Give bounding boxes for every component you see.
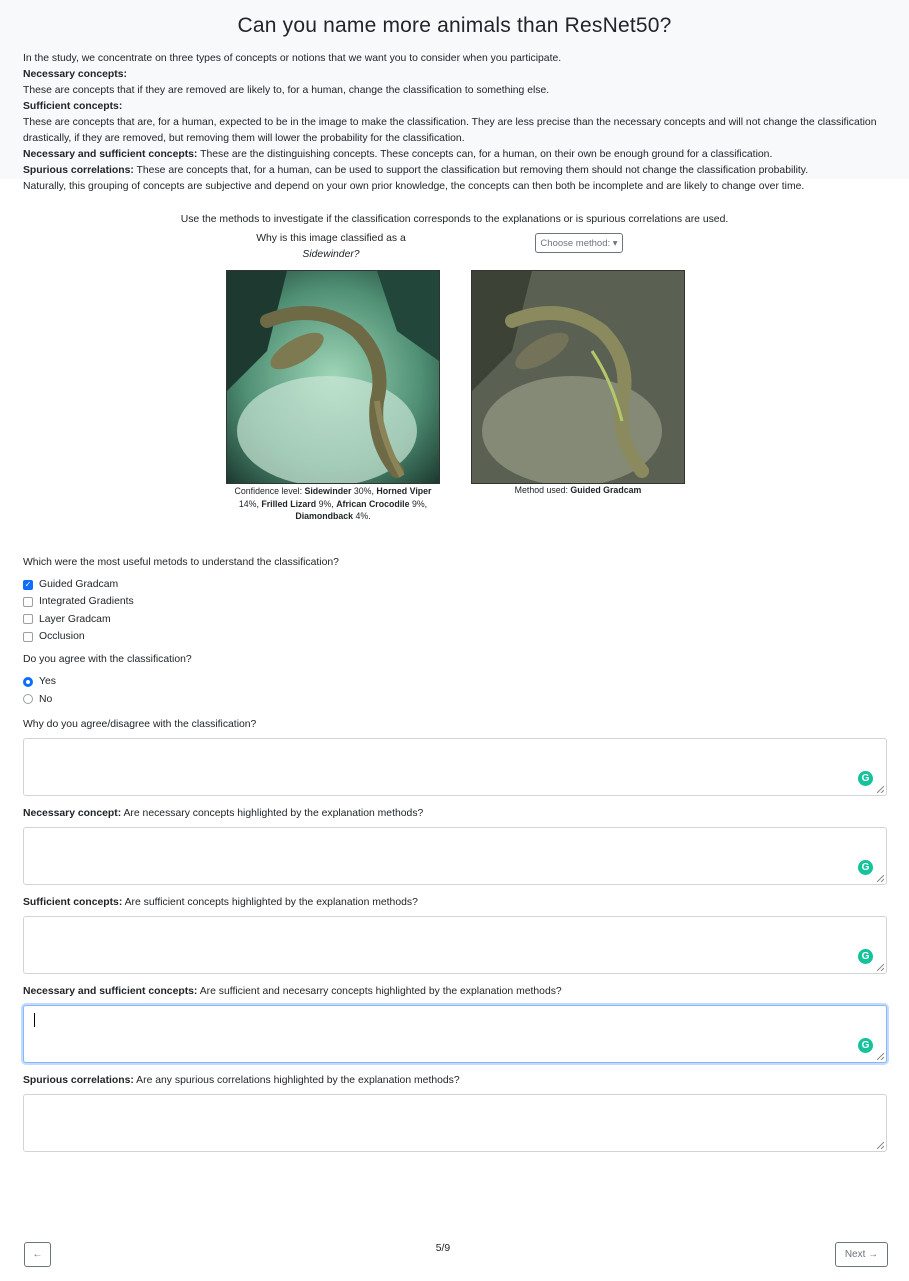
necessary-question-text: Are necessary concepts highlighted by th… [121, 807, 424, 819]
spurious-textarea[interactable] [23, 1093, 887, 1152]
method-used-prefix: Method used: [514, 485, 571, 495]
necsuff-question-bold: Necessary and sufficient concepts: [23, 985, 198, 997]
necsuff-question: Necessary and sufficient concepts: Are s… [23, 986, 886, 997]
chevron-down-icon: ▾ [612, 237, 618, 249]
explanation-image [471, 270, 685, 484]
intro-lead: In the study, we concentrate on three ty… [23, 53, 562, 64]
sufficient-question-bold: Sufficient concepts: [23, 896, 123, 908]
spurious-question-bold: Spurious correlations: [23, 1074, 134, 1086]
instruction-text: Use the methods to investigate if the cl… [180, 214, 729, 225]
image-section: Why is this image classified as a Sidewi… [0, 225, 909, 545]
checkbox-icon[interactable] [23, 631, 33, 642]
confidence-pct: 9%, [411, 498, 428, 509]
confidence-pct: 14%, [238, 498, 259, 509]
next-button-label: Next → [844, 1249, 879, 1260]
classification-question: Why is this image classified as a Sidewi… [250, 231, 412, 263]
confidence-caption: Confidence level: Sidewinder 30%, Horned… [228, 485, 438, 523]
method-option-integrated-gradients[interactable]: Integrated Gradients [23, 593, 886, 610]
necsuff-textarea[interactable]: G [23, 1004, 887, 1063]
method-option-label: Guided Gradcam [39, 579, 119, 591]
confidence-label: Horned Viper [376, 486, 432, 496]
confidence-prefix: Confidence level: [234, 486, 305, 496]
necessary-question-bold: Necessary concept: [23, 807, 122, 819]
spurious-question-text: Are any spurious correlations highlighte… [133, 1074, 460, 1086]
grammarly-icon[interactable]: G [858, 948, 873, 964]
question-why: Why is this image classified as a [256, 233, 406, 244]
spurious-text: These are concepts that, for a human, ca… [133, 165, 809, 176]
methods-checkboxes: ✓ Guided Gradcam Integrated Gradients Lay… [23, 576, 886, 645]
necessary-textarea[interactable]: G [23, 826, 887, 885]
method-option-occlusion[interactable]: Occlusion [23, 628, 886, 645]
intro-section: Can you name more animals than ResNet50?… [0, 0, 909, 192]
agree-option-label: No [39, 693, 53, 705]
checkbox-icon[interactable] [23, 614, 33, 625]
original-image [226, 270, 440, 484]
confidence-label: Diamondback [295, 511, 354, 521]
agree-radios: Yes No [23, 673, 886, 708]
confidence-label: African Crocodile [336, 498, 410, 509]
resize-grip-icon[interactable] [877, 874, 884, 882]
agree-option-label: Yes [39, 676, 56, 688]
resize-grip-icon[interactable] [877, 1141, 884, 1149]
checkbox-icon[interactable] [23, 596, 33, 607]
spurious-heading: Spurious correlations: [23, 165, 134, 176]
method-used-value: Guided Gradcam [570, 485, 642, 495]
sufficient-question-text: Are sufficient concepts highlighted by t… [122, 896, 418, 908]
grammarly-icon[interactable]: G [858, 770, 873, 786]
necessary-heading: Necessary concepts: [23, 69, 127, 80]
agree-question: Do you agree with the classification? [23, 654, 192, 666]
agree-option-no[interactable]: No [23, 690, 886, 707]
questionnaire: Which were the most useful metods to und… [0, 545, 909, 1152]
method-option-layer-gradcam[interactable]: Layer Gradcam [23, 611, 886, 628]
necsuff-text: These are the distinguishing concepts. T… [197, 149, 773, 160]
confidence-pct: 9%, [318, 498, 334, 509]
text-cursor [34, 1012, 35, 1027]
confidence-label: Sidewinder [304, 486, 352, 496]
necessary-question: Necessary concept: Are necessary concept… [23, 808, 886, 819]
checkbox-checked-icon[interactable]: ✓ [23, 579, 33, 590]
method-option-label: Integrated Gradients [39, 596, 134, 608]
method-option-guided-gradcam[interactable]: ✓ Guided Gradcam [23, 576, 886, 593]
page-indicator: 5/9 [435, 1243, 451, 1254]
class-name: Sidewinder? [302, 249, 360, 260]
necsuff-heading: Necessary and sufficient concepts: [23, 149, 198, 160]
choose-method-label: Choose method: [540, 237, 611, 249]
resize-grip-icon[interactable] [877, 1052, 884, 1060]
confidence-label: Frilled Lizard [261, 498, 317, 509]
sufficient-textarea[interactable]: G [23, 915, 887, 974]
why-agree-question: Why do you agree/disagree with the class… [23, 718, 257, 730]
radio-selected-icon[interactable] [23, 676, 33, 687]
grammarly-icon[interactable]: G [858, 859, 873, 875]
method-option-label: Layer Gradcam [39, 613, 111, 625]
next-button[interactable]: Next → [835, 1242, 888, 1267]
confidence-pct: 4%. [355, 511, 371, 521]
methods-question: Which were the most useful metods to und… [23, 557, 339, 568]
agree-option-yes[interactable]: Yes [23, 673, 886, 690]
intro-closing: Naturally, this grouping of concepts are… [23, 181, 805, 192]
confidence-pct: 30%, [353, 486, 374, 496]
intro-text: In the study, we concentrate on three ty… [23, 51, 886, 195]
necsuff-question-text: Are sufficient and necesarry concepts hi… [197, 985, 562, 997]
grammarly-icon[interactable]: G [858, 1037, 873, 1053]
method-used-caption: Method used: Guided Gradcam [471, 485, 685, 495]
choose-method-dropdown[interactable]: Choose method: ▾ [535, 233, 623, 253]
radio-icon[interactable] [23, 694, 33, 705]
sufficient-question: Sufficient concepts: Are sufficient conc… [23, 897, 886, 908]
sufficient-text: These are concepts that are, for a human… [23, 117, 877, 144]
sufficient-heading: Sufficient concepts: [23, 101, 123, 112]
spurious-question: Spurious correlations: Are any spurious … [23, 1075, 886, 1086]
method-option-label: Occlusion [39, 631, 85, 643]
necessary-text: These are concepts that if they are remo… [23, 85, 550, 96]
resize-grip-icon[interactable] [877, 963, 884, 971]
why-agree-textarea[interactable]: G [23, 737, 887, 796]
resize-grip-icon[interactable] [877, 785, 884, 793]
page-title: Can you name more animals than ResNet50? [237, 14, 672, 37]
